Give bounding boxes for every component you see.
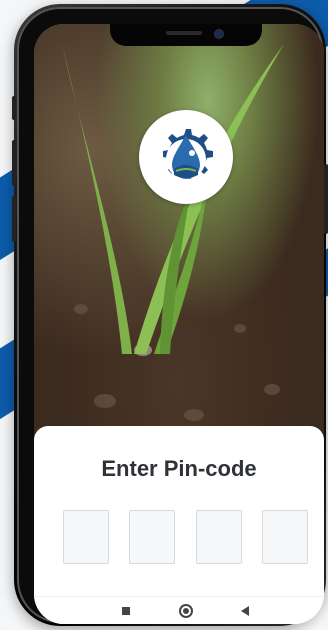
pin-digit-2-input[interactable] [129, 510, 175, 564]
circle-dot-icon [183, 608, 189, 614]
mute-switch [12, 96, 16, 120]
power-button [324, 164, 328, 234]
square-icon [122, 607, 130, 615]
water-drop-gear-farm-logo-icon [163, 129, 213, 179]
triangle-back-icon [241, 606, 249, 616]
phone-frame: Enter Pin-code [12, 4, 328, 626]
home-button[interactable] [178, 603, 194, 619]
background-photo [34, 24, 324, 444]
speaker-grille [166, 31, 202, 35]
plant-seedling [62, 44, 284, 354]
phone-notch [110, 24, 262, 46]
screenshot-stage: Enter Pin-code [0, 0, 328, 630]
pin-digit-1-input[interactable] [63, 510, 109, 564]
pin-entry-card: Enter Pin-code [34, 426, 324, 624]
volume-up-button [12, 140, 16, 186]
volume-down-button [12, 196, 16, 242]
pin-digit-4-input[interactable] [262, 510, 308, 564]
pin-digit-3-input[interactable] [196, 510, 242, 564]
page-title: Enter Pin-code [101, 456, 257, 481]
system-navigation-bar [34, 596, 324, 624]
app-logo [139, 110, 233, 204]
back-button[interactable] [238, 603, 254, 619]
front-camera-icon [214, 29, 224, 39]
phone-screen: Enter Pin-code [34, 24, 324, 624]
recent-apps-button[interactable] [118, 603, 134, 619]
